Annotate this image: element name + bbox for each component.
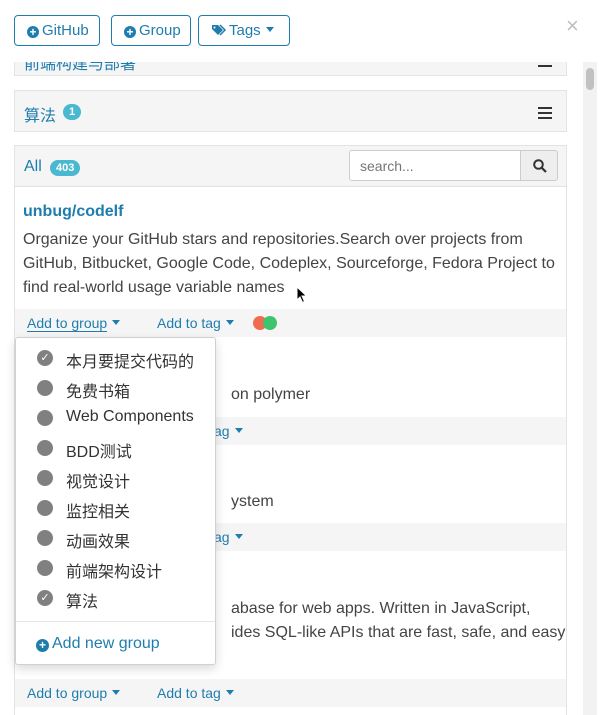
dropdown-item-label: 视觉设计: [66, 474, 131, 491]
circle-icon: [37, 560, 53, 576]
repo-actions-bar: Add to group Add to tag: [15, 309, 566, 337]
add-to-tag-label: Add to tag: [157, 315, 221, 331]
dropdown-item-label: 监控相关: [66, 504, 131, 521]
close-icon[interactable]: ×: [566, 15, 579, 37]
caret-down-icon: [234, 534, 243, 539]
count-badge: 1: [63, 104, 82, 120]
group-button[interactable]: + Group: [111, 15, 191, 46]
check-circle-icon: ✓: [37, 350, 53, 366]
caret-down-icon: [112, 690, 121, 695]
dropdown-item-group[interactable]: 视觉设计: [16, 463, 215, 493]
menu-icon[interactable]: [538, 107, 552, 122]
mouse-cursor-icon: [296, 286, 308, 304]
dropdown-item-group[interactable]: 免费书箱: [16, 373, 215, 403]
circle-icon: [37, 410, 53, 426]
search-icon: [533, 159, 547, 173]
add-new-group-label: Add new group: [52, 635, 160, 652]
dropdown-item-label: 免费书箱: [66, 384, 131, 401]
add-to-group-dropdown[interactable]: Add to group: [27, 679, 121, 707]
dropdown-item-label: 动画效果: [66, 534, 131, 551]
repo-description: Organize your GitHub stars and repositor…: [23, 231, 555, 296]
circle-icon: [37, 500, 53, 516]
dropdown-item-group[interactable]: BDD测试: [16, 433, 215, 463]
plus-circle-icon: +: [27, 26, 39, 38]
tag-dot-green[interactable]: [263, 316, 277, 330]
dropdown-item-label: BDD测试: [66, 444, 132, 461]
top-toolbar: + GitHub + Group Tags ×: [0, 0, 600, 62]
dropdown-item-label: Web Components: [66, 408, 194, 425]
github-button-label: GitHub: [42, 22, 89, 39]
dropdown-item-group[interactable]: Web Components: [16, 403, 215, 433]
caret-down-icon: [234, 428, 243, 433]
check-circle-icon: ✓: [37, 590, 53, 606]
dropdown-divider: [16, 621, 215, 622]
scrollbar-track[interactable]: [583, 62, 597, 715]
repo-description: ystem: [231, 493, 274, 510]
group-panel-label[interactable]: 算法: [24, 102, 56, 126]
search-input[interactable]: [349, 150, 521, 181]
all-panel-header: All 403: [14, 145, 567, 187]
group-button-label: Group: [139, 22, 181, 39]
group-dropdown-menu: ✓ 本月要提交代码的 免费书箱 Web Components BDD测试 视觉设…: [15, 337, 216, 665]
circle-icon: [37, 380, 53, 396]
add-to-tag-dropdown[interactable]: Add to tag: [157, 309, 234, 337]
add-to-tag-label: Add to tag: [157, 685, 221, 701]
caret-down-icon: [265, 27, 274, 32]
group-panel-algorithm[interactable]: 算法 1: [14, 90, 567, 132]
repo-description-line-2: ides SQL-like APIs that are fast, safe, …: [231, 624, 566, 641]
repo-description: on polymer: [231, 386, 311, 403]
count-badge: 403: [50, 160, 81, 176]
dropdown-item-group[interactable]: ✓ 算法: [16, 583, 215, 613]
caret-down-icon: [112, 320, 121, 325]
dropdown-item-label: 前端架构设计: [66, 564, 163, 581]
add-to-tag-dropdown[interactable]: ag: [214, 417, 243, 445]
add-to-tag-dropdown[interactable]: ag: [214, 523, 243, 551]
circle-icon: [37, 530, 53, 546]
plus-circle-icon: +: [36, 639, 49, 652]
add-to-group-label: Add to group: [27, 315, 108, 332]
add-to-tag-dropdown[interactable]: Add to tag: [157, 679, 234, 707]
dropdown-item-group[interactable]: ✓ 本月要提交代码的: [16, 343, 215, 373]
repo-actions-bar: Add to group Add to tag: [15, 679, 566, 707]
tags-button[interactable]: Tags: [198, 15, 290, 46]
add-to-group-label: Add to group: [27, 685, 108, 701]
github-button[interactable]: + GitHub: [14, 15, 100, 46]
add-to-tag-label: ag: [214, 423, 230, 439]
repo-title-link[interactable]: unbug/codelf: [23, 203, 123, 221]
circle-icon: [37, 440, 53, 456]
caret-down-icon: [225, 690, 234, 695]
dropdown-item-group[interactable]: 监控相关: [16, 493, 215, 523]
dropdown-item-group[interactable]: 动画效果: [16, 523, 215, 553]
plus-circle-icon: +: [124, 26, 136, 38]
dropdown-item-label: 算法: [66, 594, 99, 611]
add-to-group-dropdown[interactable]: Add to group: [27, 309, 121, 337]
tags-button-label: Tags: [229, 22, 261, 39]
repo-description-line-1: abase for web apps. Written in JavaScrip…: [231, 600, 531, 617]
all-label[interactable]: All: [24, 158, 42, 176]
tags-icon: [212, 24, 227, 36]
scrollbar-thumb[interactable]: [586, 68, 594, 90]
circle-icon: [37, 470, 53, 486]
dropdown-item-label: 本月要提交代码的: [66, 354, 195, 371]
caret-down-icon: [225, 320, 234, 325]
add-to-tag-label: ag: [214, 529, 230, 545]
add-new-group-button[interactable]: + Add new group: [36, 635, 160, 653]
dropdown-item-group[interactable]: 前端架构设计: [16, 553, 215, 583]
search-button[interactable]: [520, 150, 558, 181]
